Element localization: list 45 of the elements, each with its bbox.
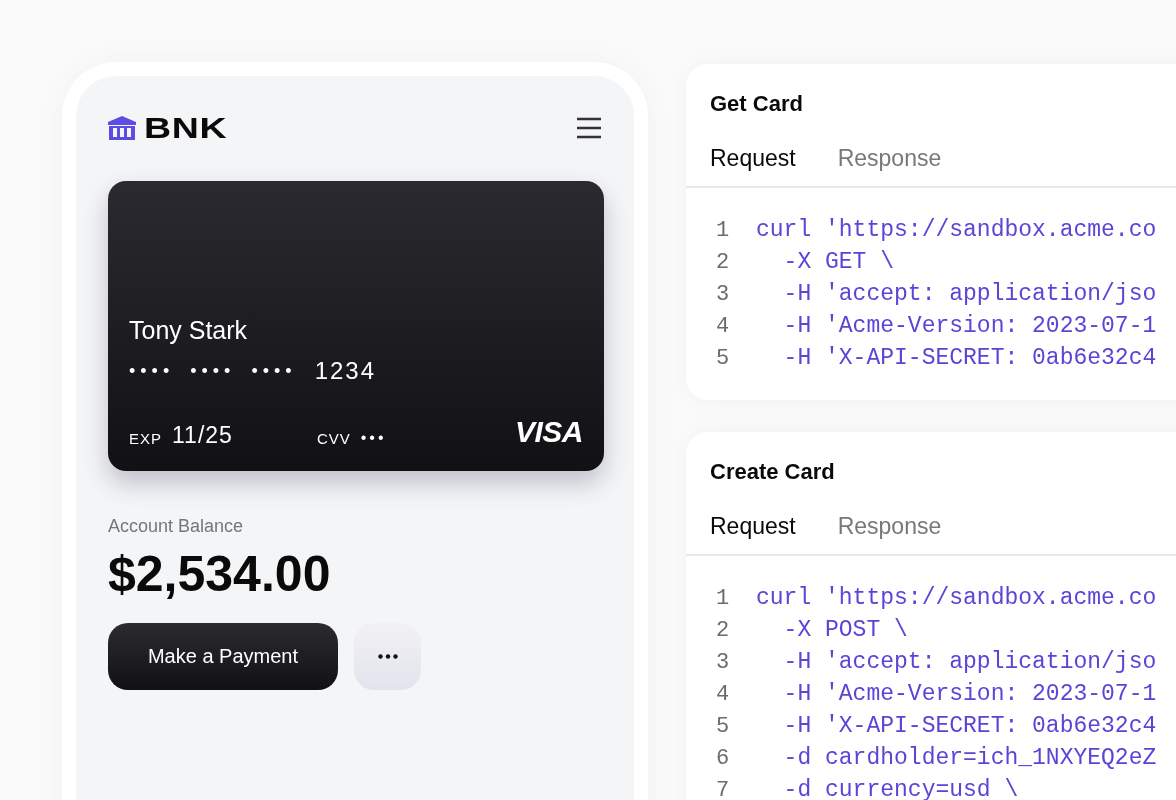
cvv-mask: ••• (360, 429, 387, 447)
code-line: -H 'Acme-Version: 2023-07-1 (782, 681, 1157, 707)
code-line: -H 'accept: application/jso (782, 281, 1157, 307)
code-line: -X GET \ (782, 249, 895, 275)
line-number: 1 (716, 217, 731, 243)
balance-label: Account Balance (108, 516, 245, 537)
code-tab[interactable]: Response (837, 513, 942, 540)
line-number: 6 (716, 745, 731, 771)
code-line: -H 'accept: application/jso (782, 649, 1157, 675)
more-icon (377, 654, 398, 659)
line-number: 1 (716, 585, 731, 611)
line-number: 5 (716, 713, 731, 739)
brand-logo: BNK (144, 111, 228, 145)
card-network-logo: VISA (514, 415, 583, 449)
line-number: 4 (716, 313, 731, 339)
cvv-label: CVV (316, 430, 351, 447)
code-line: -d cardholder=ich_1NXYEQ2eZ (782, 745, 1157, 771)
menu-icon[interactable] (576, 117, 602, 139)
make-payment-button[interactable]: Make a Payment (108, 623, 338, 690)
code-tab[interactable]: Response (837, 145, 942, 172)
code-line: curl 'https://sandbox.acme.co (756, 585, 1157, 611)
line-number: 5 (716, 345, 731, 371)
code-line: -d currency=usd \ (782, 777, 1019, 800)
line-number: 7 (716, 777, 731, 800)
line-number: 4 (716, 681, 731, 707)
endpoint-title: Create Card (709, 458, 836, 485)
code-line: curl 'https://sandbox.acme.co (756, 217, 1157, 243)
code-line: -H 'X-API-SECRET: 0ab6e32c4 (782, 345, 1157, 371)
line-number: 2 (716, 617, 731, 643)
line-number: 3 (716, 281, 731, 307)
line-number: 2 (716, 249, 731, 275)
code-tab[interactable]: Request (710, 145, 796, 172)
card-number-mask: •••• •••• •••• (129, 360, 297, 382)
endpoint-title: Get Card (709, 90, 804, 117)
card-last-digits: 1234 (314, 357, 376, 385)
expiry-date: 11/25 (172, 422, 233, 449)
code-line: -X POST \ (782, 617, 908, 643)
code-line: -H 'Acme-Version: 2023-07-1 (782, 313, 1157, 339)
code-tab[interactable]: Request (710, 513, 796, 540)
bank-icon (108, 116, 136, 140)
code-line: -H 'X-API-SECRET: 0ab6e32c4 (782, 713, 1157, 739)
line-number: 3 (716, 649, 731, 675)
expiry-label: EXP (129, 430, 162, 447)
balance-amount: $2,534.00 (108, 545, 332, 603)
cardholder-name: Tony Stark (129, 316, 249, 345)
